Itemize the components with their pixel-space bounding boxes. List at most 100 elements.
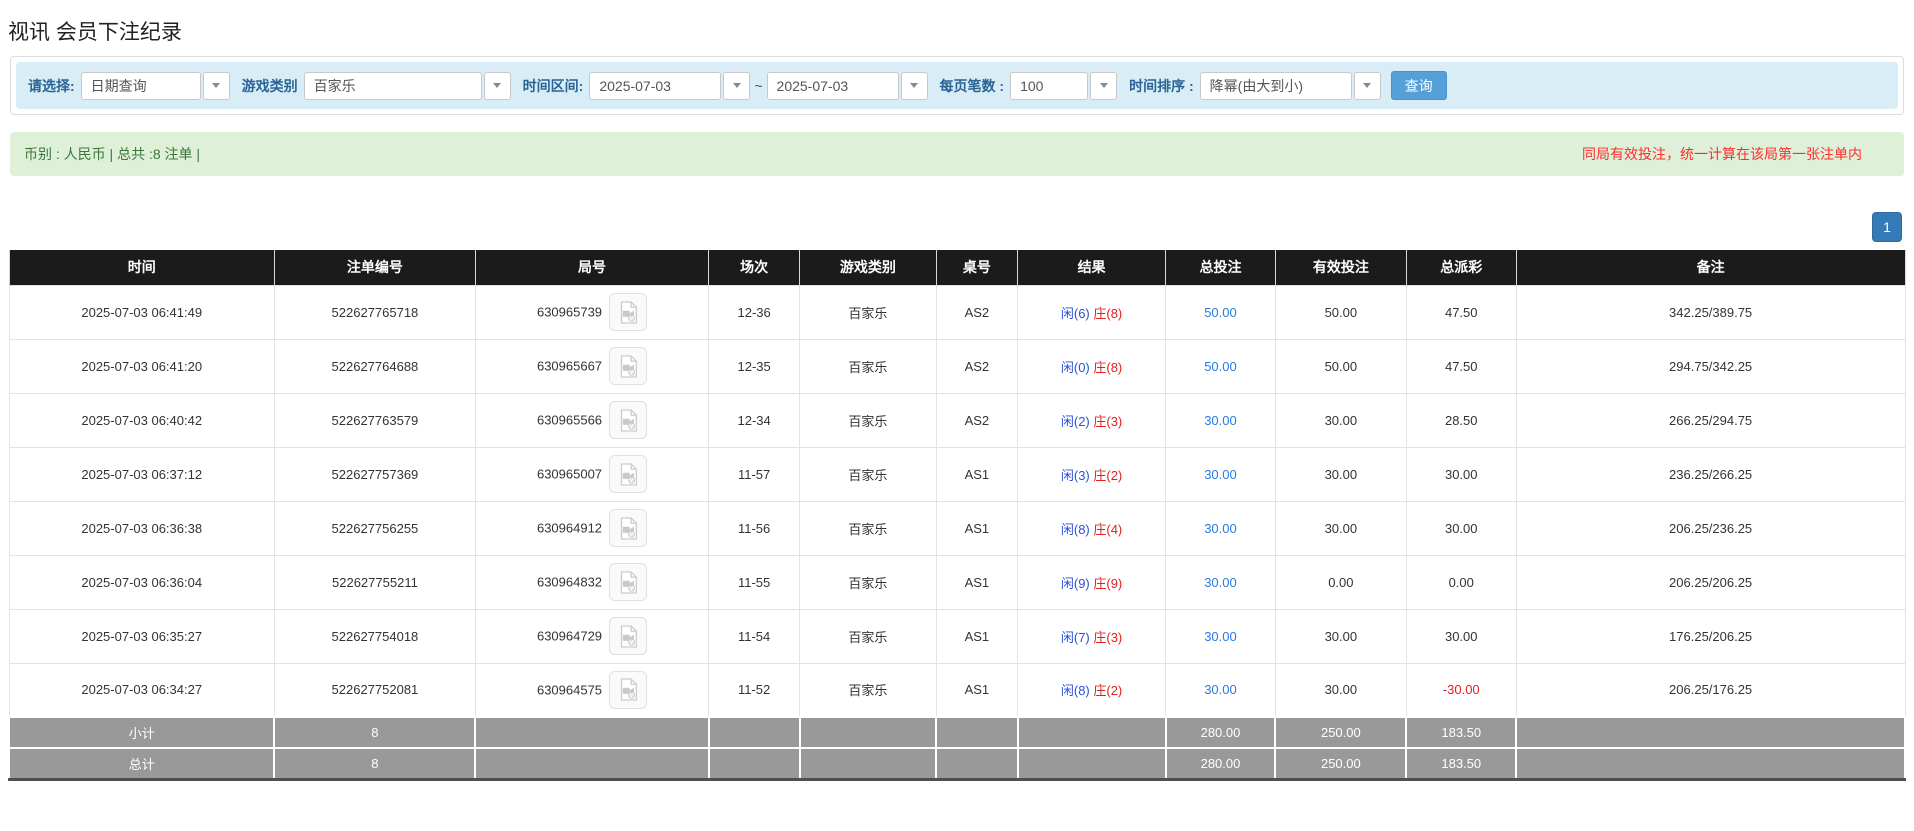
result-player: 闲(7) (1061, 630, 1090, 645)
chevron-down-glyph (1100, 83, 1108, 88)
cell-bet-id: 522627757369 (274, 447, 475, 501)
summary-cell-payout: 183.50 (1406, 748, 1516, 779)
payout-value: 28.50 (1445, 413, 1478, 428)
date-to-value[interactable]: 2025-07-03 (767, 72, 899, 100)
valid-bet-note: 同局有效投注，统一计算在该局第一张注单内 (1582, 144, 1862, 164)
time-sort-value[interactable]: 降幂(由大到小) (1200, 72, 1352, 100)
bet-records-table: 时间注单编号局号场次游戏类别桌号结果总投注有效投注总派彩备注 2025-07-0… (8, 250, 1906, 781)
cell-note: 236.25/266.25 (1516, 447, 1905, 501)
chevron-down-icon[interactable] (484, 72, 511, 100)
video-playback-button[interactable] (609, 617, 647, 655)
cell-result: 闲(8) 庄(2) (1018, 663, 1166, 717)
video-playback-button[interactable] (609, 401, 647, 439)
per-page-value[interactable]: 100 (1010, 72, 1088, 100)
cell-valid-bet: 30.00 (1275, 447, 1406, 501)
game-type-value[interactable]: 百家乐 (304, 72, 482, 100)
total-bet-link[interactable]: 50.00 (1204, 305, 1237, 320)
cell-bet-id: 522627765718 (274, 285, 475, 339)
cell-session: 11-57 (709, 447, 800, 501)
cell-session: 12-35 (709, 339, 800, 393)
round-number: 630965739 (537, 305, 602, 320)
query-type-value[interactable]: 日期查询 (81, 72, 201, 100)
cell-valid-bet: 30.00 (1275, 501, 1406, 555)
cell-total-bet: 30.00 (1166, 393, 1276, 447)
header-bet-id: 注单编号 (274, 250, 475, 285)
video-playback-button[interactable] (609, 347, 647, 385)
video-playback-button[interactable] (609, 671, 647, 709)
video-playback-button[interactable] (609, 455, 647, 493)
summary-row: 小计8280.00250.00183.50 (9, 717, 1905, 748)
time-sort-label: 时间排序 : (1129, 76, 1194, 96)
chevron-down-icon[interactable] (723, 72, 750, 100)
cell-payout: 47.50 (1406, 285, 1516, 339)
video-file-icon (618, 517, 639, 540)
summary-cell-round (475, 717, 708, 748)
cell-payout: 0.00 (1406, 555, 1516, 609)
chevron-down-glyph (212, 83, 220, 88)
table-row: 2025-07-03 06:41:20522627764688630965667… (9, 339, 1905, 393)
result-banker: 庄(2) (1093, 683, 1122, 698)
video-file-icon (618, 625, 639, 648)
cell-note: 206.25/206.25 (1516, 555, 1905, 609)
summary-cell-result (1018, 748, 1166, 779)
range-separator: ~ (754, 78, 762, 94)
query-button[interactable]: 查询 (1391, 71, 1447, 100)
game-type-label: 游戏类别 (242, 76, 298, 96)
header-note: 备注 (1516, 250, 1905, 285)
cell-time: 2025-07-03 06:41:20 (9, 339, 274, 393)
round-number: 630964912 (537, 521, 602, 536)
total-bet-link[interactable]: 30.00 (1204, 467, 1237, 482)
total-bet-link[interactable]: 30.00 (1204, 682, 1237, 697)
pagination: 1 (10, 212, 1902, 242)
cell-total-bet: 50.00 (1166, 339, 1276, 393)
cell-time: 2025-07-03 06:34:27 (9, 663, 274, 717)
cell-valid-bet: 30.00 (1275, 663, 1406, 717)
header-result: 结果 (1018, 250, 1166, 285)
cell-bet-id: 522627763579 (274, 393, 475, 447)
header-session: 场次 (709, 250, 800, 285)
total-bet-link[interactable]: 30.00 (1204, 629, 1237, 644)
cell-game-type: 百家乐 (800, 555, 937, 609)
cell-table-no: AS1 (936, 663, 1018, 717)
result-banker: 庄(3) (1093, 630, 1122, 645)
total-bet-link[interactable]: 50.00 (1204, 359, 1237, 374)
query-type-label: 请选择: (28, 76, 75, 96)
result-banker: 庄(8) (1093, 360, 1122, 375)
date-from-value[interactable]: 2025-07-03 (589, 72, 721, 100)
chevron-down-icon[interactable] (1090, 72, 1117, 100)
summary-cell-payout: 183.50 (1406, 717, 1516, 748)
summary-cell-valid-bet: 250.00 (1275, 717, 1406, 748)
chevron-down-icon[interactable] (1354, 72, 1381, 100)
cell-game-type: 百家乐 (800, 663, 937, 717)
page-1-button[interactable]: 1 (1872, 212, 1902, 242)
total-bet-link[interactable]: 30.00 (1204, 413, 1237, 428)
video-playback-button[interactable] (609, 563, 647, 601)
cell-payout: 30.00 (1406, 501, 1516, 555)
cell-table-no: AS2 (936, 285, 1018, 339)
cell-bet-id: 522627755211 (274, 555, 475, 609)
payout-value: 30.00 (1445, 521, 1478, 536)
cell-total-bet: 50.00 (1166, 285, 1276, 339)
time-range-label: 时间区间: (523, 76, 584, 96)
summary-cell-total-bet: 280.00 (1166, 717, 1276, 748)
cell-table-no: AS1 (936, 501, 1018, 555)
time-sort-combo: 降幂(由大到小) (1200, 72, 1381, 100)
date-from-combo: 2025-07-03 (589, 72, 750, 100)
result-player: 闲(3) (1061, 468, 1090, 483)
summary-cell-bet-id: 8 (274, 748, 475, 779)
chevron-down-glyph (1363, 83, 1371, 88)
total-bet-link[interactable]: 30.00 (1204, 521, 1237, 536)
round-number: 630965566 (537, 413, 602, 428)
video-playback-button[interactable] (609, 509, 647, 547)
total-bet-link[interactable]: 30.00 (1204, 575, 1237, 590)
chevron-down-icon[interactable] (203, 72, 230, 100)
video-playback-button[interactable] (609, 293, 647, 331)
filter-panel: 请选择: 日期查询 游戏类别 百家乐 时间区间: 2025-07-03 ~ 20… (10, 56, 1904, 115)
summary-cell-total-bet: 280.00 (1166, 748, 1276, 779)
chevron-down-icon[interactable] (901, 72, 928, 100)
cell-valid-bet: 0.00 (1275, 555, 1406, 609)
result-player: 闲(2) (1061, 414, 1090, 429)
game-type-combo: 百家乐 (304, 72, 511, 100)
table-footer: 小计8280.00250.00183.50总计8280.00250.00183.… (9, 717, 1905, 779)
cell-round: 630965739 (475, 285, 708, 339)
